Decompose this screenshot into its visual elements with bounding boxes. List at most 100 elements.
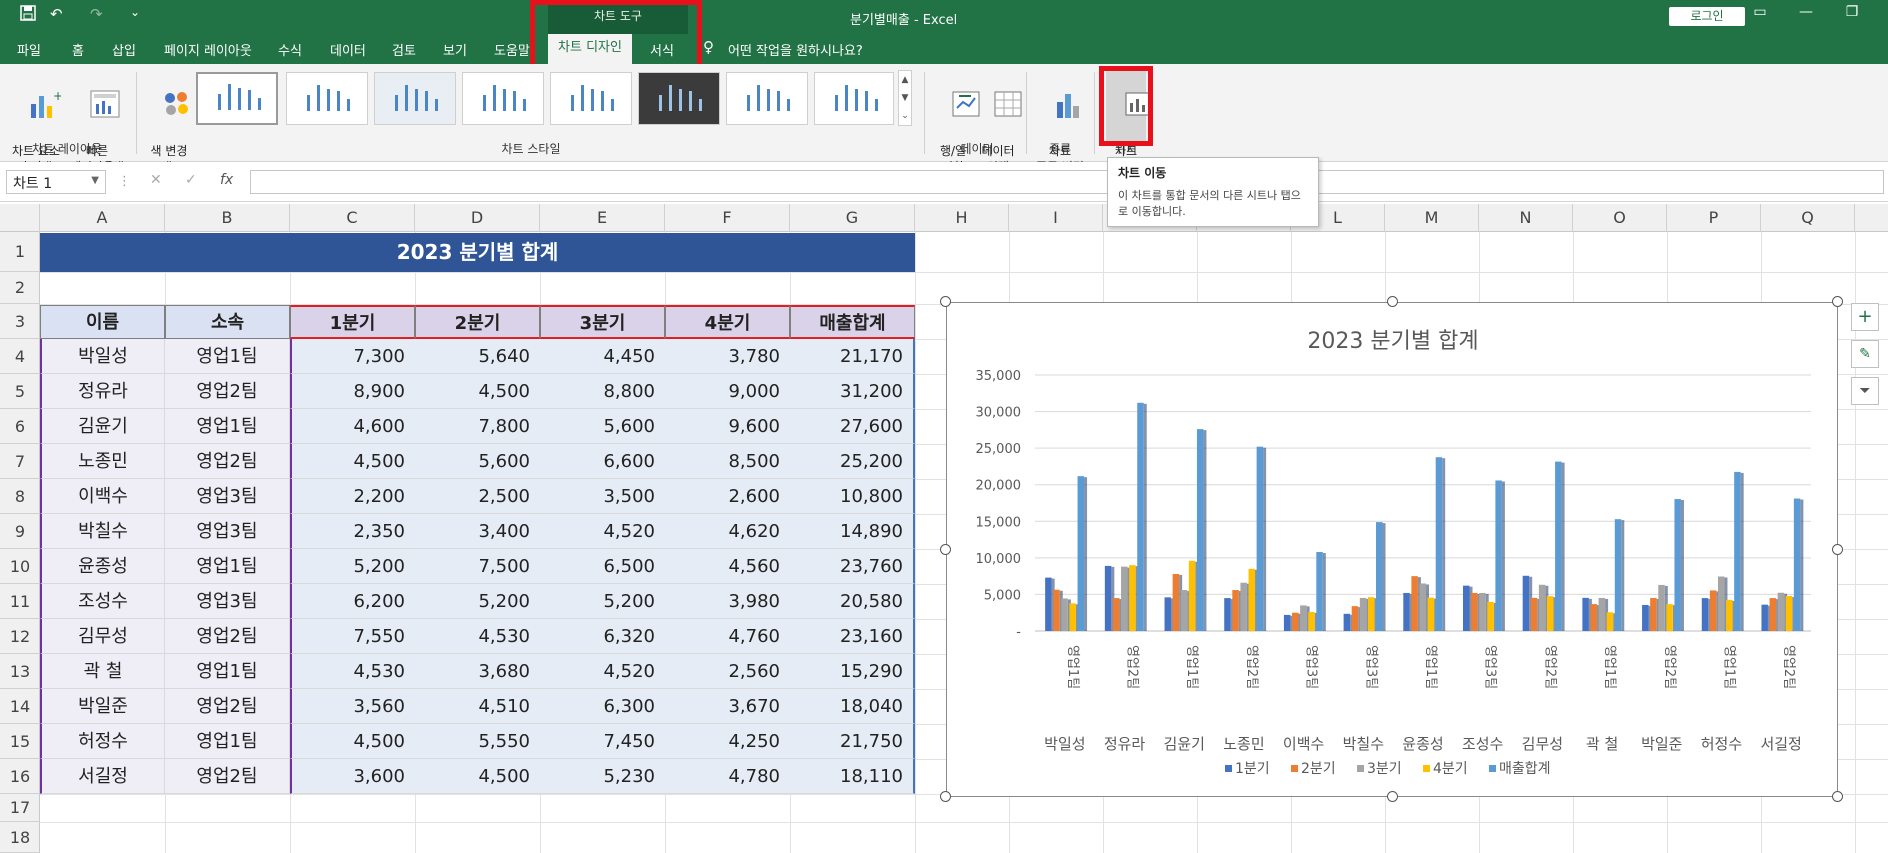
table-cell[interactable]: 4,780 [665, 759, 790, 794]
table-cell[interactable]: 4,760 [665, 619, 790, 654]
gallery-scroll[interactable]: ▲ ▼ ⌄ [898, 70, 912, 126]
col-header-d[interactable]: D [415, 204, 540, 232]
bar[interactable] [1717, 576, 1725, 631]
ribbon-display-icon[interactable]: ▭ [1740, 4, 1780, 20]
table-cell[interactable]: 6,600 [540, 444, 665, 479]
table-cell[interactable]: 8,800 [540, 374, 665, 409]
table-cell[interactable]: 4,510 [415, 689, 540, 724]
table-cell[interactable]: 4,450 [540, 339, 665, 374]
bar[interactable] [1435, 457, 1443, 631]
bar[interactable] [1129, 565, 1136, 631]
bar[interactable] [1582, 597, 1589, 631]
header-cell[interactable]: 2분기 [415, 305, 540, 339]
tab-file[interactable]: 파일 [17, 40, 41, 59]
minimize-icon[interactable]: — [1786, 4, 1826, 20]
resize-handle-w[interactable] [940, 544, 951, 555]
table-cell[interactable]: 3,670 [665, 689, 790, 724]
table-cell[interactable]: 4,500 [415, 759, 540, 794]
bar[interactable] [1522, 575, 1530, 631]
table-cell[interactable]: 3,500 [540, 479, 665, 514]
bar[interactable] [1462, 585, 1470, 631]
bar[interactable] [1308, 611, 1315, 631]
table-cell[interactable]: 노종민 [40, 444, 165, 479]
table-cell[interactable]: 5,200 [540, 584, 665, 619]
table-cell[interactable]: 허정수 [40, 724, 165, 759]
col-header-h[interactable]: H [915, 204, 1009, 232]
chart-style-3[interactable] [374, 72, 456, 125]
bar[interactable] [1709, 590, 1717, 631]
tab-review[interactable]: 검토 [392, 40, 416, 59]
table-cell[interactable]: 7,550 [290, 619, 415, 654]
header-cell[interactable]: 매출합계 [790, 305, 915, 339]
row-header-16[interactable]: 16 [0, 759, 40, 794]
bar[interactable] [1793, 498, 1801, 631]
bar[interactable] [1196, 429, 1204, 631]
table-cell[interactable]: 4,620 [665, 514, 790, 549]
chart-filter-icon[interactable]: ⏷ [1851, 377, 1879, 405]
bar[interactable] [1427, 597, 1435, 631]
header-cell[interactable]: 이름 [40, 305, 165, 339]
table-cell[interactable]: 6,500 [540, 549, 665, 584]
tab-format[interactable]: 서식 [650, 40, 674, 59]
bar[interactable] [1777, 592, 1785, 631]
chevron-down-icon[interactable]: ▼ [91, 175, 99, 186]
redo-icon[interactable]: ↷ [90, 5, 103, 23]
bar[interactable] [1555, 461, 1562, 631]
chart-style-1[interactable] [196, 72, 278, 125]
table-cell[interactable]: 4,500 [290, 444, 415, 479]
table-cell[interactable]: 영업2팀 [165, 759, 290, 794]
chart-title[interactable]: 2023 분기별 합계 [1307, 329, 1478, 354]
formula-input[interactable] [250, 170, 1884, 194]
bar[interactable] [1240, 582, 1247, 631]
bar[interactable] [1650, 598, 1657, 631]
table-cell[interactable]: 영업2팀 [165, 619, 290, 654]
bar[interactable] [1411, 576, 1418, 631]
table-cell[interactable]: 23,760 [790, 549, 915, 584]
table-cell[interactable]: 6,320 [540, 619, 665, 654]
table-cell[interactable]: 15,290 [790, 654, 915, 689]
qat-customize-icon[interactable]: ⌄ [130, 5, 140, 19]
bar[interactable] [1769, 598, 1777, 631]
tab-data[interactable]: 데이터 [330, 40, 366, 59]
table-cell[interactable]: 박칠수 [40, 514, 165, 549]
bar[interactable] [1487, 601, 1494, 631]
bar[interactable] [1077, 476, 1085, 631]
table-cell[interactable]: 5,200 [290, 549, 415, 584]
table-cell[interactable]: 김윤기 [40, 409, 165, 444]
table-cell[interactable]: 5,600 [540, 409, 665, 444]
cancel-icon[interactable]: ✕ [150, 172, 162, 188]
table-cell[interactable]: 4,600 [290, 409, 415, 444]
chart-elements-plus-icon[interactable]: + [1851, 303, 1879, 331]
table-cell[interactable]: 5,600 [415, 444, 540, 479]
table-cell[interactable]: 4,500 [290, 724, 415, 759]
table-cell[interactable]: 31,200 [790, 374, 915, 409]
bar[interactable] [1734, 471, 1741, 631]
resize-handle-ne[interactable] [1832, 296, 1843, 307]
bar[interactable] [1530, 597, 1538, 631]
row-header-7[interactable]: 7 [0, 444, 40, 479]
row-header-17[interactable]: 17 [0, 794, 40, 822]
chart-styles-brush-icon[interactable]: ✎ [1851, 340, 1879, 368]
table-cell[interactable]: 4,560 [665, 549, 790, 584]
table-cell[interactable]: 9,000 [665, 374, 790, 409]
col-header-m[interactable]: M [1385, 204, 1479, 232]
table-cell[interactable]: 영업3팀 [165, 584, 290, 619]
bar[interactable] [1546, 596, 1554, 631]
bar[interactable] [1761, 604, 1768, 631]
row-header-1[interactable]: 1 [0, 232, 40, 272]
bar[interactable] [1104, 565, 1112, 631]
row-header-8[interactable]: 8 [0, 479, 40, 514]
header-cell[interactable]: 3분기 [540, 305, 665, 339]
row-header-14[interactable]: 14 [0, 689, 40, 724]
table-cell[interactable]: 20,580 [790, 584, 915, 619]
bar[interactable] [1316, 552, 1323, 631]
table-cell[interactable]: 10,800 [790, 479, 915, 514]
table-cell[interactable]: 6,200 [290, 584, 415, 619]
col-header-i[interactable]: I [1009, 204, 1103, 232]
insert-function-icon[interactable]: fx [220, 172, 233, 188]
table-cell[interactable]: 7,300 [290, 339, 415, 374]
row-header-18[interactable]: 18 [0, 822, 40, 853]
row-header-11[interactable]: 11 [0, 584, 40, 619]
save-icon[interactable] [20, 5, 36, 25]
table-cell[interactable]: 조성수 [40, 584, 165, 619]
